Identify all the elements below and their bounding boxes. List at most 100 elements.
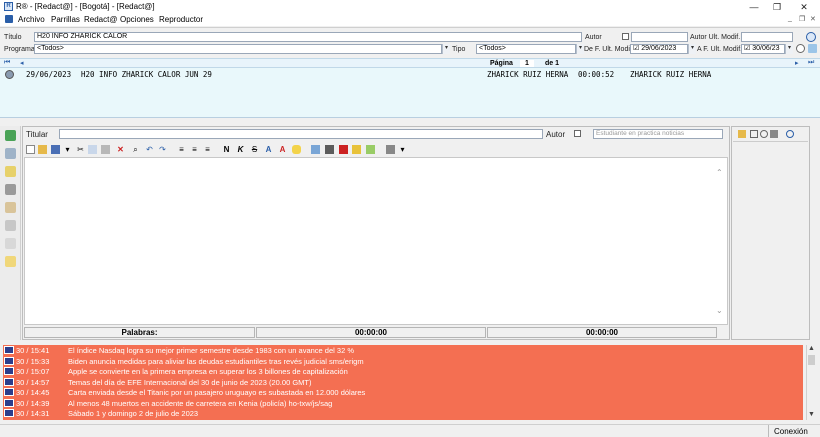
chevron-down-icon[interactable]: ▾ xyxy=(398,145,407,154)
chevron-down-icon[interactable]: ▾ xyxy=(442,44,450,54)
efe-icon xyxy=(4,398,14,407)
page-input[interactable]: 1 xyxy=(520,60,534,67)
history-icon[interactable] xyxy=(760,130,768,138)
align-left-icon[interactable]: ≡ xyxy=(177,145,186,154)
copy-story-icon[interactable] xyxy=(5,148,16,159)
cut-icon[interactable]: ✂ xyxy=(76,145,85,154)
mdi-minimize-button[interactable]: _ xyxy=(788,15,792,22)
list-item[interactable]: 30 / 14:31 Sábado 1 y domingo 2 de julio… xyxy=(3,408,803,419)
scroll-down-icon[interactable]: ⌄ xyxy=(716,306,723,315)
bold-button[interactable]: N xyxy=(222,145,231,154)
new-doc-icon[interactable] xyxy=(26,145,35,154)
titulo-input[interactable]: H20 INFO ZHARICK CALOR xyxy=(34,32,582,42)
highlight-icon[interactable] xyxy=(292,145,301,154)
chevron-down-icon[interactable]: ▾ xyxy=(576,44,584,54)
list-item[interactable]: 30 / 15:07 Apple se convierte en la prim… xyxy=(3,366,803,377)
scroll-up-icon[interactable]: ▲ xyxy=(808,345,815,352)
menu-archivo[interactable]: Archivo xyxy=(18,15,45,24)
menu-redacta[interactable]: Redact@ xyxy=(84,15,117,24)
news-feed: 30 / 15:41 El índice Nasdaq logra su mej… xyxy=(3,345,803,420)
result-last-author: ZHARICK RUIZ HERNA xyxy=(630,70,712,79)
a-fecha-picker[interactable]: ☑ 30/06/23 xyxy=(741,44,785,54)
list-item[interactable]: 30 / 14:45 Carta enviada desde el Titani… xyxy=(3,387,803,398)
news-scrollbar[interactable]: ▲ ▼ xyxy=(806,345,816,420)
list-item[interactable]: 30 / 14:57 Temas del día de EFE Internac… xyxy=(3,377,803,388)
scroll-thumb[interactable] xyxy=(808,355,815,365)
refresh-icon[interactable] xyxy=(806,32,816,42)
insert-link-icon[interactable] xyxy=(311,145,320,154)
edit-story-icon[interactable] xyxy=(5,166,16,177)
menu-opciones[interactable]: Opciones xyxy=(120,15,154,24)
list-item[interactable]: 29/06/2023 H20 INFO ZHARICK CALOR JUN 29… xyxy=(0,69,820,80)
align-right-icon[interactable]: ≡ xyxy=(203,145,212,154)
news-text: Al menos 48 muertos en accidente de carr… xyxy=(68,398,333,408)
font-color-icon[interactable]: A xyxy=(278,145,287,154)
redo-icon[interactable]: ↷ xyxy=(158,145,167,154)
chevron-down-icon[interactable]: ▾ xyxy=(63,145,72,154)
check-icon[interactable]: ☑ xyxy=(633,45,639,52)
prev-page-icon[interactable]: ◂ xyxy=(20,59,24,67)
restore-button[interactable]: ❐ xyxy=(771,1,783,13)
send-icon[interactable] xyxy=(5,238,16,249)
first-page-icon[interactable]: ⏮ xyxy=(4,59,10,67)
italic-button[interactable]: K xyxy=(236,145,245,154)
list-item[interactable]: 30 / 14:39 Al menos 48 muertos en accide… xyxy=(3,398,803,409)
image-icon[interactable] xyxy=(352,145,361,154)
open-icon[interactable] xyxy=(38,145,47,154)
autor-ult-modif-input[interactable] xyxy=(741,32,793,42)
find-icon[interactable]: ⌕ xyxy=(131,145,140,154)
new-story-icon[interactable] xyxy=(5,130,16,141)
align-center-icon[interactable]: ≡ xyxy=(190,145,199,154)
archive-icon[interactable] xyxy=(5,184,16,195)
print-doc-icon[interactable] xyxy=(386,145,395,154)
attach-icon[interactable] xyxy=(770,130,778,138)
last-page-icon[interactable]: ⏭ xyxy=(808,59,814,67)
folder-icon[interactable] xyxy=(5,202,16,213)
chevron-down-icon[interactable]: ▾ xyxy=(688,44,696,54)
efe-icon xyxy=(4,367,14,375)
story-editor[interactable] xyxy=(24,157,728,325)
editor-autor-input[interactable]: Estudiante en practica noticias xyxy=(593,129,723,139)
app-icon: R xyxy=(4,2,13,11)
clock-icon[interactable] xyxy=(366,145,375,154)
delete-icon[interactable]: ✕ xyxy=(116,145,125,154)
mail-icon[interactable] xyxy=(5,256,16,267)
tipo-select[interactable]: <Todos> xyxy=(476,44,576,54)
strikethrough-button[interactable]: S xyxy=(250,145,259,154)
record-icon[interactable] xyxy=(339,145,348,154)
close-button[interactable]: ✕ xyxy=(798,1,810,13)
copy-icon[interactable] xyxy=(88,145,97,154)
chevron-down-icon[interactable]: ▾ xyxy=(785,44,793,54)
menu-parrillas[interactable]: Parrillas xyxy=(51,15,80,24)
de-fecha-value: 29/06/2023 xyxy=(641,45,677,52)
mdi-restore-button[interactable]: ❐ xyxy=(799,15,805,23)
paste-icon[interactable] xyxy=(101,145,110,154)
right-panel xyxy=(731,126,810,340)
next-page-icon[interactable]: ▸ xyxy=(795,59,799,67)
check-icon[interactable]: ☑ xyxy=(744,45,750,52)
clear-filter-icon[interactable] xyxy=(796,44,805,53)
save-icon[interactable] xyxy=(51,145,60,154)
autor-ult-modif-label: Autor Ult. Modif. xyxy=(690,34,741,41)
mdi-close-button[interactable]: ✕ xyxy=(810,15,816,23)
editor-autor-checkbox[interactable] xyxy=(574,130,581,137)
list-item[interactable]: 30 / 15:33 Biden anuncia medidas para al… xyxy=(3,356,803,367)
undo-icon[interactable]: ↶ xyxy=(145,145,154,154)
font-icon[interactable]: A xyxy=(264,145,273,154)
de-fecha-picker[interactable]: ☑ 29/06/2023 xyxy=(630,44,688,54)
export-icon[interactable] xyxy=(808,44,817,53)
table-icon[interactable] xyxy=(325,145,334,154)
autor-input[interactable] xyxy=(631,32,688,42)
minimize-button[interactable]: — xyxy=(748,1,760,13)
autor-checkbox[interactable] xyxy=(622,33,629,40)
list-item[interactable]: 30 / 15:41 El índice Nasdaq logra su mej… xyxy=(3,345,803,356)
print-icon[interactable] xyxy=(5,220,16,231)
menu-reproductor[interactable]: Reproductor xyxy=(159,15,203,24)
titular-input[interactable] xyxy=(59,129,543,139)
info-icon[interactable] xyxy=(786,130,794,138)
list-icon[interactable] xyxy=(750,130,758,138)
scroll-up-icon[interactable]: ⌃ xyxy=(716,168,723,177)
programa-select[interactable]: <Todos> xyxy=(34,44,442,54)
scroll-down-icon[interactable]: ▼ xyxy=(808,411,815,418)
folder-icon[interactable] xyxy=(738,130,746,138)
